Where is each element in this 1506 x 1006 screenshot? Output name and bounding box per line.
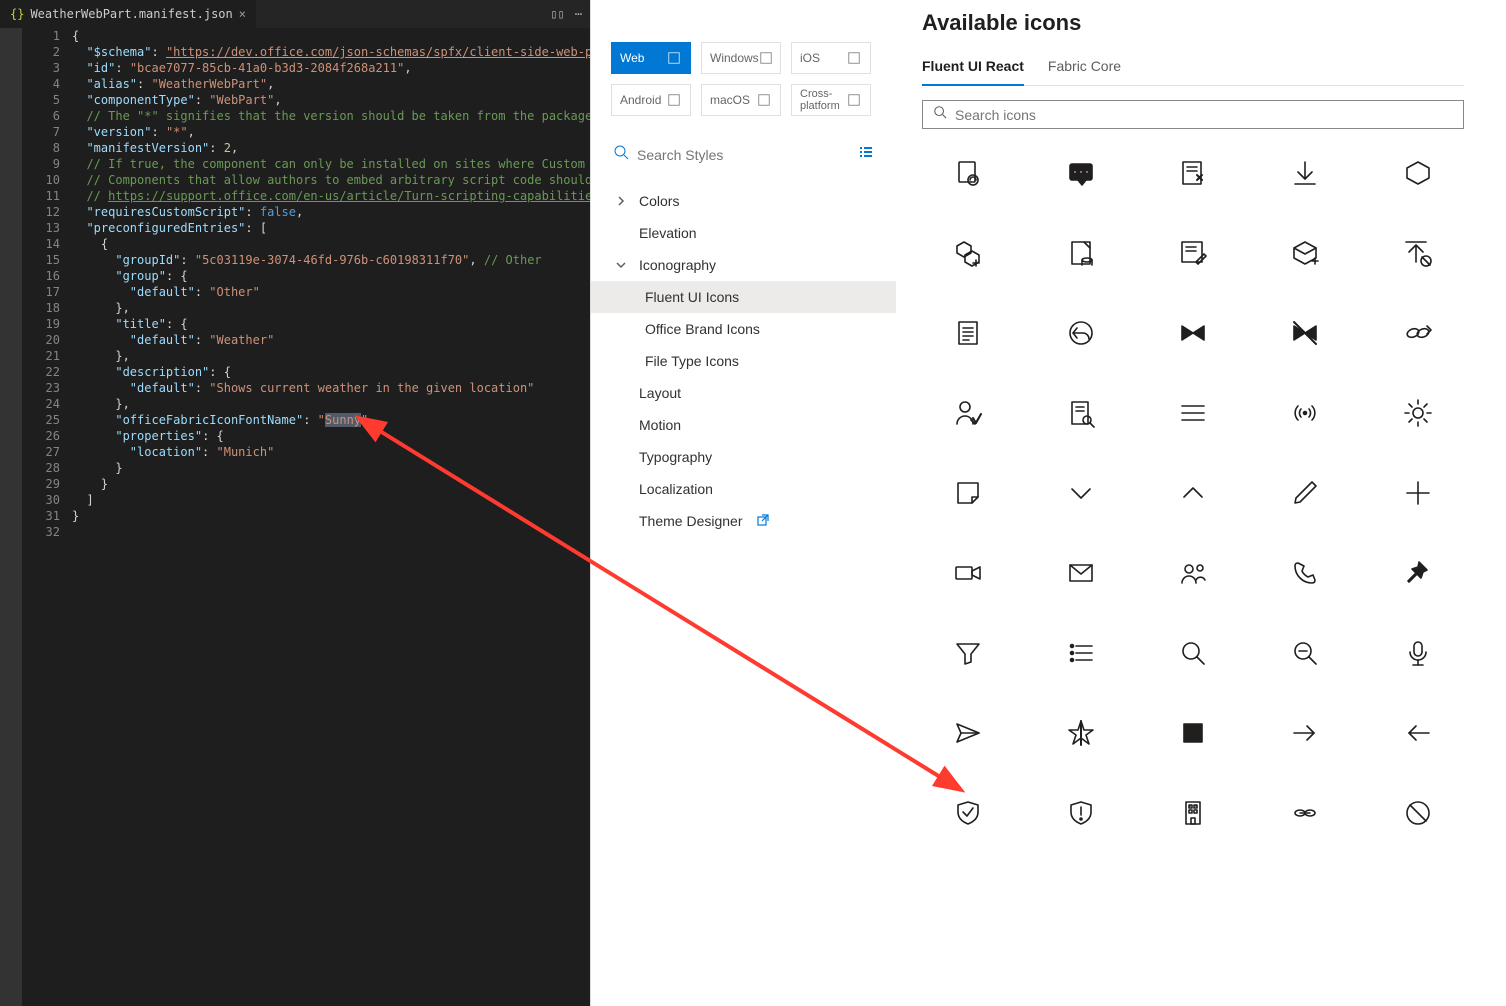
split-editor-icon[interactable]: ▯▯ xyxy=(550,7,564,21)
nav-item-layout[interactable]: Layout xyxy=(591,377,896,409)
filter-icon[interactable] xyxy=(950,635,986,671)
icon-grid xyxy=(922,151,1464,835)
code-editor-pane: {} WeatherWebPart.manifest.json × ▯▯ ⋯ 1… xyxy=(0,0,590,1006)
nav-item-theme-designer[interactable]: Theme Designer xyxy=(591,505,896,537)
pinned-fill-icon[interactable] xyxy=(1400,555,1436,591)
framework-tabs: Fluent UI React Fabric Core xyxy=(922,52,1464,86)
styles-search[interactable] xyxy=(591,132,896,177)
close-tab-icon[interactable]: × xyxy=(239,7,246,21)
shield-alert-icon[interactable] xyxy=(1063,795,1099,831)
page-title: Available icons xyxy=(922,0,1464,52)
nav-item-office-brand-icons[interactable]: Office Brand Icons xyxy=(591,313,896,345)
link-icon[interactable] xyxy=(1287,795,1323,831)
search-icon[interactable] xyxy=(1175,635,1211,671)
json-file-icon: {} xyxy=(10,7,24,21)
chevron-down-med-icon[interactable] xyxy=(1063,475,1099,511)
nav-item-localization[interactable]: Localization xyxy=(591,473,896,505)
icon-search[interactable] xyxy=(922,100,1464,129)
reply-alt-icon[interactable] xyxy=(1063,315,1099,351)
page-search-icon[interactable] xyxy=(1063,395,1099,431)
nav-item-iconography[interactable]: Iconography xyxy=(591,249,896,281)
platform-tab-web[interactable]: Web xyxy=(611,42,691,74)
chevron-up-med-icon[interactable] xyxy=(1175,475,1211,511)
styles-nav: ColorsElevationIconographyFluent UI Icon… xyxy=(591,177,896,545)
back-icon[interactable] xyxy=(1400,715,1436,751)
global-nav-icon[interactable] xyxy=(1175,395,1211,431)
streaming-icon[interactable] xyxy=(1287,395,1323,431)
account-activity-icon[interactable] xyxy=(950,395,986,431)
platform-tab-ios[interactable]: iOS xyxy=(791,42,871,74)
nav-item-fluent-ui-icons[interactable]: Fluent UI Icons xyxy=(591,281,896,313)
nav-item-motion[interactable]: Motion xyxy=(591,409,896,441)
line-number-gutter: 1234567891011121314151617181920212223242… xyxy=(22,28,72,1006)
styles-search-input[interactable] xyxy=(637,147,850,163)
download-icon[interactable] xyxy=(1287,155,1323,191)
styles-nav-pane: Web Windows iOS Android macOS Cross- platform… xyxy=(590,0,896,1006)
hexagon-icon[interactable] xyxy=(1400,155,1436,191)
platform-tab-windows[interactable]: Windows xyxy=(701,42,781,74)
edit-icon[interactable] xyxy=(1287,475,1323,511)
editor-tab-bar: {} WeatherWebPart.manifest.json × ▯▯ ⋯ xyxy=(0,0,590,28)
blocked-icon[interactable] xyxy=(1400,795,1436,831)
stop-solid-icon[interactable] xyxy=(1175,715,1211,751)
editor-tab[interactable]: {} WeatherWebPart.manifest.json × xyxy=(0,0,256,28)
list-icon[interactable] xyxy=(1063,635,1099,671)
office-icon[interactable] xyxy=(1175,795,1211,831)
upload-blocked-icon[interactable] xyxy=(1400,235,1436,271)
tab-fabric-core[interactable]: Fabric Core xyxy=(1048,52,1121,85)
compose-form-icon[interactable] xyxy=(1175,235,1211,271)
code-content[interactable]: { "$schema": "https://dev.office.com/jso… xyxy=(72,28,590,1006)
platform-tab-macos[interactable]: macOS xyxy=(701,84,781,116)
activity-feed-icon[interactable] xyxy=(1063,155,1099,191)
package-add-icon[interactable] xyxy=(1287,235,1323,271)
more-actions-icon[interactable]: ⋯ xyxy=(575,7,582,21)
double-chevron-link-icon[interactable] xyxy=(1400,315,1436,351)
page-link-icon[interactable] xyxy=(950,155,986,191)
sticky-note-icon[interactable] xyxy=(950,475,986,511)
page-data-icon[interactable] xyxy=(1063,235,1099,271)
search-icon xyxy=(613,144,629,165)
people-icon[interactable] xyxy=(1175,555,1211,591)
nav-item-colors[interactable]: Colors xyxy=(591,185,896,217)
nav-item-elevation[interactable]: Elevation xyxy=(591,217,896,249)
activity-bar xyxy=(0,28,22,1006)
phone-icon[interactable] xyxy=(1287,555,1323,591)
shield-check-icon[interactable] xyxy=(950,795,986,831)
icon-search-input[interactable] xyxy=(955,107,1453,123)
platform-tab-android[interactable]: Android xyxy=(611,84,691,116)
mail-icon[interactable] xyxy=(1063,555,1099,591)
microphone-icon[interactable] xyxy=(1400,635,1436,671)
forward-icon[interactable] xyxy=(1287,715,1323,751)
add-icon[interactable] xyxy=(1400,475,1436,511)
bow-tie-icon[interactable] xyxy=(1175,315,1211,351)
zoom-out-icon[interactable] xyxy=(1287,635,1323,671)
send-icon[interactable] xyxy=(950,715,986,751)
list-icon[interactable] xyxy=(858,144,874,165)
nav-item-file-type-icons[interactable]: File Type Icons xyxy=(591,345,896,377)
platform-tab-crossplatform[interactable]: Cross- platform xyxy=(791,84,871,116)
favorite-star-icon[interactable] xyxy=(1063,715,1099,751)
nav-item-typography[interactable]: Typography xyxy=(591,441,896,473)
brightness-icon[interactable] xyxy=(1400,395,1436,431)
tab-fluent-ui-react[interactable]: Fluent UI React xyxy=(922,52,1024,86)
action-center-icon[interactable] xyxy=(1175,155,1211,191)
bow-tie-disabled-icon[interactable] xyxy=(1287,315,1323,351)
tab-filename: WeatherWebPart.manifest.json xyxy=(30,7,232,21)
text-document-icon[interactable] xyxy=(950,315,986,351)
search-icon xyxy=(933,105,947,124)
video-icon[interactable] xyxy=(950,555,986,591)
platform-tabs: Web Windows iOS Android macOS Cross- platform xyxy=(591,0,896,132)
icons-pane: Available icons Fluent UI React Fabric Co… xyxy=(896,0,1506,1006)
build-queue-new-icon[interactable] xyxy=(950,235,986,271)
